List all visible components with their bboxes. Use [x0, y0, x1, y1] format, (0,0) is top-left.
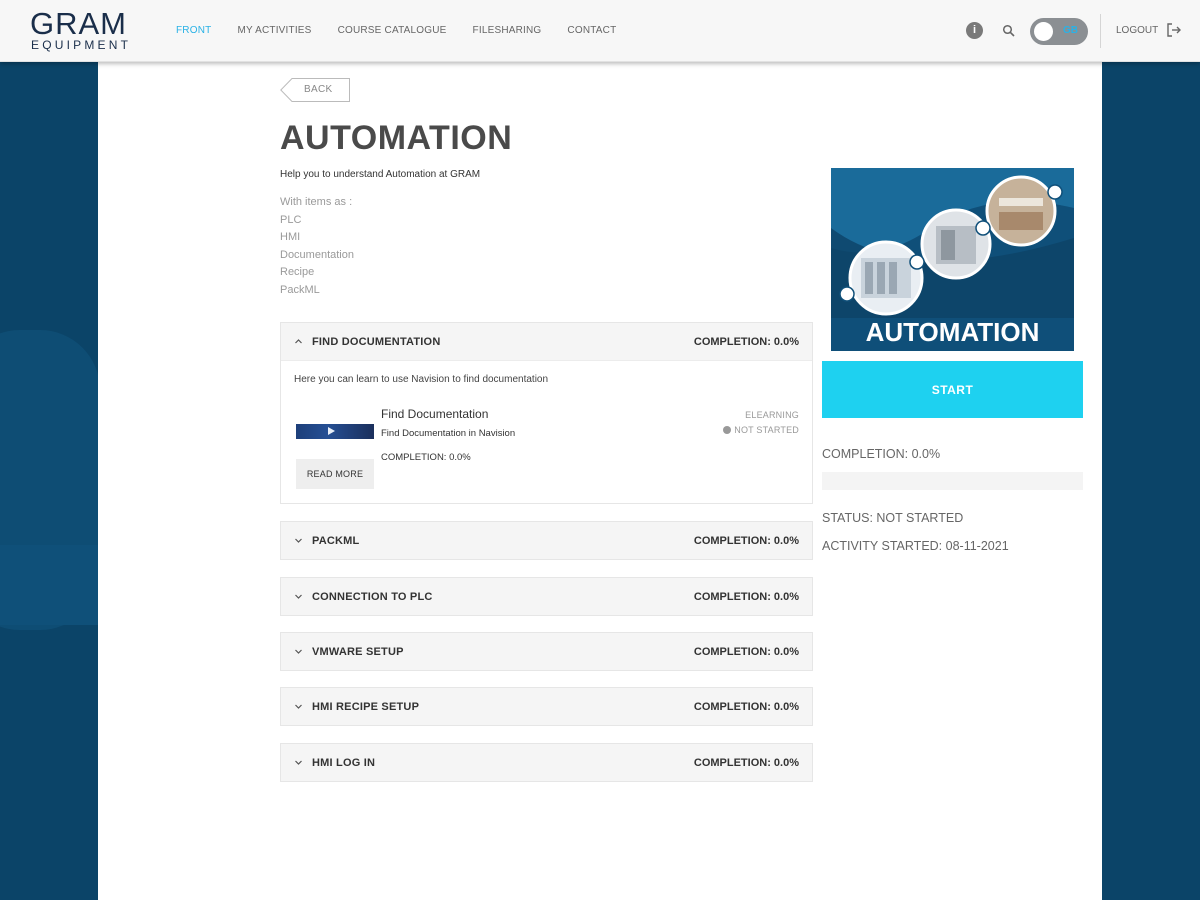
section-find-documentation: FIND DOCUMENTATION COMPLETION: 0.0% Here…	[280, 322, 813, 504]
chevron-down-icon	[295, 760, 302, 765]
activity-started-date: ACTIVITY STARTED: 08-11-2021	[822, 539, 1009, 553]
section-header[interactable]: FIND DOCUMENTATION COMPLETION: 0.0%	[281, 323, 812, 360]
nav-item-front[interactable]: FRONT	[176, 25, 211, 36]
play-icon	[328, 427, 338, 435]
top-header: GRAM EQUIPMENT FRONT MY ACTIVITIES COURS…	[0, 0, 1200, 62]
description-line: Documentation	[280, 248, 354, 261]
section-title: PACKML	[312, 535, 360, 547]
chevron-down-icon	[295, 649, 302, 654]
course-image-label: AUTOMATION	[865, 317, 1040, 347]
nav-item-course-catalogue[interactable]: COURSE CATALOGUE	[338, 25, 447, 36]
section-header[interactable]: PACKML COMPLETION: 0.0%	[281, 522, 812, 559]
activity-completion: COMPLETION: 0.0%	[381, 452, 471, 463]
activity-title[interactable]: Find Documentation	[381, 407, 488, 421]
section-title: HMI RECIPE SETUP	[312, 701, 420, 713]
gram-logo[interactable]: GRAM EQUIPMENT	[30, 8, 140, 56]
header-divider	[1100, 14, 1101, 48]
description-line: HMI	[280, 231, 301, 244]
logout-link[interactable]: LOGOUT	[1116, 25, 1158, 36]
activity-status-label: NOT STARTED	[734, 425, 799, 435]
nav-item-contact[interactable]: CONTACT	[567, 25, 616, 36]
section-header[interactable]: HMI LOG IN COMPLETION: 0.0%	[281, 744, 812, 781]
logout-icon[interactable]	[1166, 23, 1182, 37]
section-hmi-recipe-setup: HMI RECIPE SETUP COMPLETION: 0.0%	[280, 687, 813, 726]
page-title: AUTOMATION	[280, 119, 513, 157]
main-nav: FRONT MY ACTIVITIES COURSE CATALOGUE FIL…	[176, 25, 642, 36]
chevron-down-icon	[295, 594, 302, 599]
section-connection-to-plc: CONNECTION TO PLC COMPLETION: 0.0%	[280, 577, 813, 616]
nav-item-my-activities[interactable]: MY ACTIVITIES	[237, 25, 311, 36]
search-icon[interactable]	[1002, 24, 1016, 38]
back-label: BACK	[304, 84, 333, 95]
back-button[interactable]: BACK	[280, 78, 350, 102]
completion-progress-bar	[822, 472, 1083, 490]
language-toggle[interactable]: GB	[1030, 18, 1088, 45]
background-shape	[0, 545, 98, 625]
section-title: FIND DOCUMENTATION	[312, 336, 441, 348]
course-completion: COMPLETION: 0.0%	[822, 447, 941, 461]
section-completion: COMPLETION: 0.0%	[693, 646, 799, 658]
course-image: AUTOMATION	[831, 168, 1074, 351]
section-packml: PACKML COMPLETION: 0.0%	[280, 521, 813, 560]
logo-wordmark: GRAM	[30, 6, 127, 41]
chevron-down-icon	[295, 538, 302, 543]
section-header[interactable]: CONNECTION TO PLC COMPLETION: 0.0%	[281, 578, 812, 615]
activity-thumbnail[interactable]	[296, 424, 374, 439]
activity-status: NOT STARTED	[723, 425, 799, 435]
section-completion: COMPLETION: 0.0%	[693, 757, 799, 769]
section-description: Here you can learn to use Navision to fi…	[294, 374, 549, 385]
activity-subtitle: Find Documentation in Navision	[381, 428, 516, 439]
toggle-knob	[1034, 22, 1053, 41]
info-icon[interactable]: i	[966, 22, 983, 39]
section-header[interactable]: VMWARE SETUP COMPLETION: 0.0%	[281, 633, 812, 670]
section-completion: COMPLETION: 0.0%	[693, 535, 799, 547]
section-title: VMWARE SETUP	[312, 646, 404, 658]
description-line: PLC	[280, 213, 302, 226]
logo-subtitle: EQUIPMENT	[31, 38, 132, 52]
section-body: Here you can learn to use Navision to fi…	[281, 360, 812, 503]
status-dot-icon	[723, 426, 732, 434]
course-status: STATUS: NOT STARTED	[822, 511, 964, 525]
description-line: PackML	[280, 283, 320, 296]
section-header[interactable]: HMI RECIPE SETUP COMPLETION: 0.0%	[281, 688, 812, 725]
description-line: Recipe	[280, 266, 315, 279]
section-title: CONNECTION TO PLC	[312, 591, 433, 603]
activity-type: ELEARNING	[745, 410, 799, 420]
course-description: With items as : PLC HMI Documentation Re…	[280, 194, 354, 300]
section-hmi-log-in: HMI LOG IN COMPLETION: 0.0%	[280, 743, 813, 782]
language-code: GB	[1063, 25, 1078, 36]
section-completion: COMPLETION: 0.0%	[693, 701, 799, 713]
description-line: With items as :	[280, 196, 353, 208]
page-subtitle: Help you to understand Automation at GRA…	[280, 169, 481, 180]
section-completion: COMPLETION: 0.0%	[693, 591, 799, 603]
chevron-up-icon	[295, 339, 302, 344]
start-button[interactable]: START	[822, 361, 1083, 418]
section-vmware-setup: VMWARE SETUP COMPLETION: 0.0%	[280, 632, 813, 671]
chevron-down-icon	[295, 704, 302, 709]
section-completion: COMPLETION: 0.0%	[693, 336, 799, 348]
read-more-button[interactable]: READ MORE	[296, 459, 374, 489]
section-title: HMI LOG IN	[312, 757, 376, 769]
nav-item-filesharing[interactable]: FILESHARING	[473, 25, 542, 36]
